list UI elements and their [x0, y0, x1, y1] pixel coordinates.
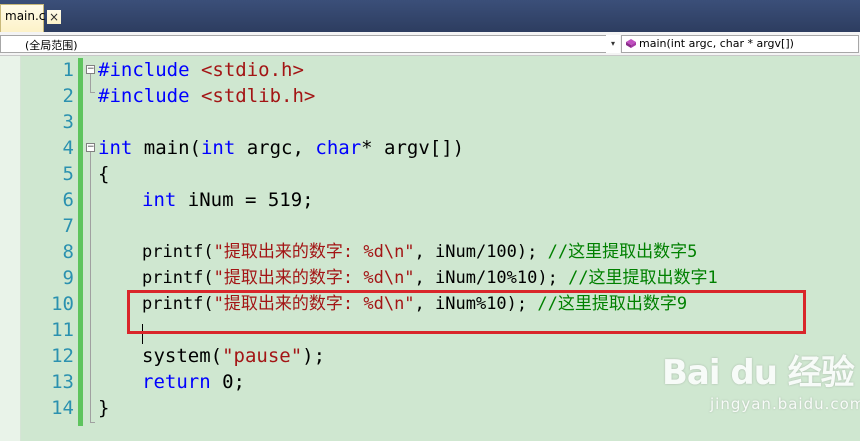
code-text: }: [98, 397, 110, 419]
close-icon[interactable]: ×: [47, 10, 61, 24]
line-number: 13: [51, 371, 74, 393]
line-number: 3: [62, 111, 74, 133]
code-line: 3: [0, 109, 860, 135]
code-text: #include <stdlib.h>: [98, 85, 316, 107]
line-number: 7: [62, 215, 74, 237]
code-line: 9 printf("提取出来的数字: %d\n", iNum/10%10); /…: [0, 265, 860, 291]
line-number: 5: [62, 163, 74, 185]
line-number: 4: [62, 137, 74, 159]
scope-chevron-down-icon[interactable]: ▾: [606, 35, 620, 53]
code-line: 2 #include <stdlib.h>: [0, 83, 860, 109]
code-line: 8 printf("提取出来的数字: %d\n", iNum/100); //这…: [0, 239, 860, 265]
function-value: main(int argc, char * argv[]): [639, 37, 794, 50]
code-line: 7: [0, 213, 860, 239]
watermark-url: jingyan.baidu.com: [710, 395, 860, 413]
code-text: printf("提取出来的数字: %d\n", iNum/10%10); //这…: [142, 268, 718, 288]
code-line: 6 int iNum = 519;: [0, 187, 860, 213]
line-number: 12: [51, 345, 74, 367]
line-number: 2: [62, 85, 74, 107]
watermark-logo: Bai du 经验: [662, 353, 855, 393]
code-text: printf("提取出来的数字: %d\n", iNum/100); //这里提…: [142, 242, 698, 262]
code-line: 1 #include <stdio.h>: [0, 57, 860, 83]
code-text: system("pause");: [142, 345, 326, 367]
line-number: 1: [62, 59, 74, 81]
tab-label: main.c: [5, 9, 46, 23]
navigation-bar: (全局范围) ▼ ▾ main(int argc, char * argv[]): [0, 32, 860, 56]
code-line: 5 {: [0, 161, 860, 187]
line-number: 11: [51, 319, 74, 341]
code-text: int iNum = 519;: [142, 189, 314, 211]
function-dropdown[interactable]: main(int argc, char * argv[]): [621, 35, 859, 53]
code-text: return 0;: [142, 371, 245, 393]
code-line: 4 int main(int argc, char* argv[]): [0, 135, 860, 161]
line-number: 6: [62, 189, 74, 211]
code-text: {: [98, 163, 110, 185]
line-number: 8: [62, 241, 74, 263]
scope-value: (全局范围): [25, 39, 78, 52]
annotation-highlight-box: [127, 290, 806, 334]
outline-end: [90, 422, 95, 423]
line-number: 14: [51, 397, 74, 419]
line-number: 10: [51, 293, 74, 315]
baidu-jingyan-watermark: Bai du 经验 jingyan.baidu.com: [660, 345, 860, 441]
tab-main-c[interactable]: main.c: [0, 4, 46, 32]
line-number: 9: [62, 267, 74, 289]
code-text: #include <stdio.h>: [98, 59, 304, 81]
function-icon: [626, 38, 636, 48]
document-tab-strip: main.c ×: [0, 0, 860, 32]
scope-dropdown[interactable]: (全局范围): [0, 35, 620, 53]
code-text: int main(int argc, char* argv[]): [98, 137, 465, 159]
